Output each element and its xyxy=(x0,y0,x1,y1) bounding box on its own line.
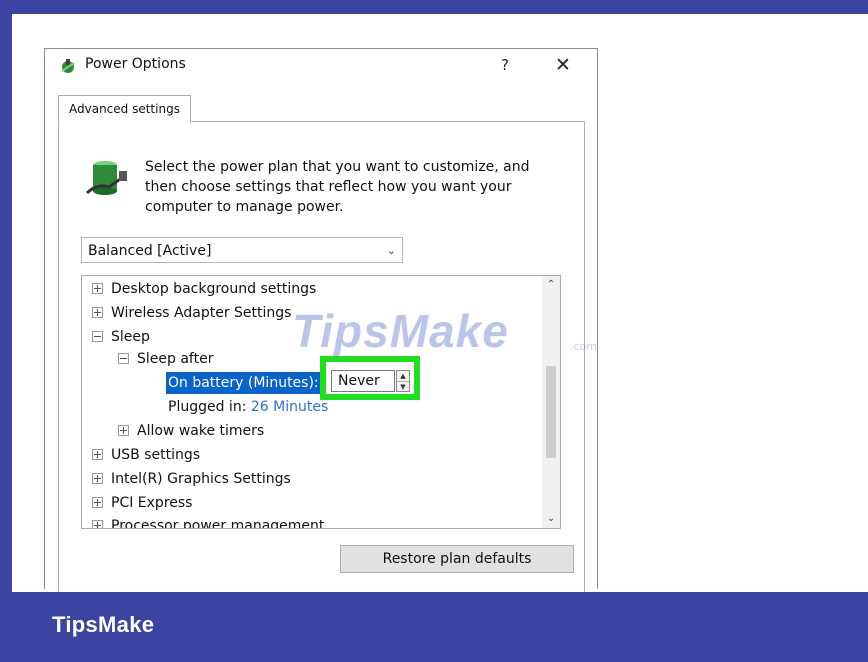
tree-item-sleep-after[interactable]: Sleep after xyxy=(118,348,213,370)
footer-band: TipsMake xyxy=(0,592,868,662)
on-battery-label[interactable]: On battery (Minutes): xyxy=(166,372,321,394)
plugged-in-value[interactable]: 26 Minutes xyxy=(251,399,328,415)
tree-scrollbar[interactable]: ⌃ ⌄ xyxy=(542,276,560,528)
minutes-spinner[interactable]: ▲ ▼ xyxy=(396,370,410,392)
watermark-suffix: .com xyxy=(570,340,597,353)
collapse-minus-icon[interactable] xyxy=(118,352,129,364)
tree-item-label: Wireless Adapter Settings xyxy=(111,305,292,321)
intro-text: Select the power plan that you want to c… xyxy=(145,159,530,215)
expand-plus-icon[interactable] xyxy=(92,282,103,294)
tree-item-pci-express[interactable]: PCI Express xyxy=(92,492,192,514)
tab-advanced-settings[interactable]: Advanced settings xyxy=(58,95,191,123)
tree-item-allow-wake-timers[interactable]: Allow wake timers xyxy=(118,420,264,442)
expand-plus-icon[interactable] xyxy=(92,306,103,318)
plugged-in-label: Plugged in: xyxy=(168,399,247,415)
expand-plus-icon[interactable] xyxy=(92,448,103,460)
footer-brand-label: TipsMake xyxy=(52,612,155,637)
tree-item-label: Processor power management xyxy=(111,518,325,529)
tree-item-label: Desktop background settings xyxy=(111,281,317,297)
tree-item-usb-settings[interactable]: USB settings xyxy=(92,444,200,466)
battery-plug-icon xyxy=(85,161,127,195)
tree-item-label: PCI Express xyxy=(111,495,193,511)
collapse-minus-icon[interactable] xyxy=(92,330,103,342)
tree-item-desktop-background[interactable]: Desktop background settings xyxy=(92,278,316,300)
power-plan-icon xyxy=(61,59,75,73)
tree-item-processor-power[interactable]: Processor power management xyxy=(92,515,325,529)
tree-item-wireless-adapter[interactable]: Wireless Adapter Settings xyxy=(92,302,291,324)
expand-plus-icon[interactable] xyxy=(92,519,103,528)
on-battery-value-field[interactable]: Never xyxy=(331,370,395,392)
tree-item-intel-graphics[interactable]: Intel(R) Graphics Settings xyxy=(92,468,291,490)
spin-down-icon[interactable]: ▼ xyxy=(397,381,409,392)
help-button[interactable]: ? xyxy=(493,53,517,77)
chevron-down-icon: ⌄ xyxy=(386,244,396,257)
tree-item-label: Intel(R) Graphics Settings xyxy=(111,471,291,487)
tree-item-label: USB settings xyxy=(111,447,201,463)
power-plan-select-value: Balanced [Active] xyxy=(88,243,212,259)
tree-item-label: Sleep xyxy=(111,329,150,345)
scroll-up-icon[interactable]: ⌃ xyxy=(542,276,560,294)
expand-plus-icon[interactable] xyxy=(92,472,103,484)
dialog-title: Power Options xyxy=(85,56,186,72)
power-plan-select[interactable]: Balanced [Active] ⌄ xyxy=(81,237,403,263)
tree-item-label: Sleep after xyxy=(137,351,214,367)
close-button[interactable]: ✕ xyxy=(549,53,577,77)
spin-up-icon[interactable]: ▲ xyxy=(397,371,409,381)
tree-item-sleep[interactable]: Sleep xyxy=(92,326,150,348)
scroll-thumb[interactable] xyxy=(546,366,556,458)
watermark-text: TipsMake xyxy=(292,305,509,357)
scroll-down-icon[interactable]: ⌄ xyxy=(542,510,560,528)
plugged-in-row[interactable]: Plugged in: 26 Minutes xyxy=(168,396,328,418)
expand-plus-icon[interactable] xyxy=(92,496,103,508)
title-bar: Power Options ? ✕ xyxy=(45,49,597,83)
restore-plan-defaults-button[interactable]: Restore plan defaults xyxy=(340,545,574,573)
tree-item-label: Allow wake timers xyxy=(137,423,265,439)
expand-plus-icon[interactable] xyxy=(118,424,129,436)
